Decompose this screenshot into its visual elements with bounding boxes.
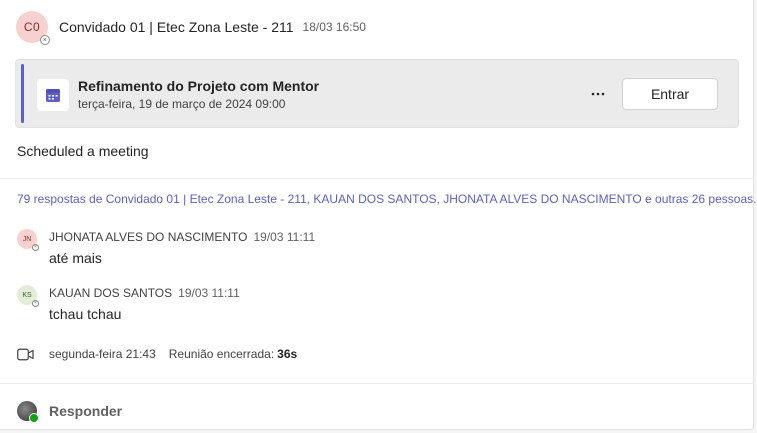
reply-text: até mais: [49, 250, 102, 266]
reply-author[interactable]: KAUAN DOS SANTOS: [49, 286, 172, 300]
presence-unknown-icon: ×: [32, 244, 39, 251]
reply-avatar[interactable]: JN ×: [17, 229, 39, 251]
reply-avatar-initials: KS: [22, 291, 32, 299]
video-camera-icon: [17, 348, 34, 360]
reply-button[interactable]: Responder: [17, 400, 123, 423]
conversation-post: C0 × Convidado 01 | Etec Zona Leste - 21…: [0, 0, 756, 430]
more-options-button[interactable]: [586, 82, 610, 106]
post-timestamp: 18/03 16:50: [302, 20, 366, 34]
reply-author[interactable]: JHONATA ALVES DO NASCIMENTO: [49, 230, 248, 244]
reply-avatar-initials: JN: [22, 235, 32, 243]
presence-unknown-icon: ×: [32, 300, 39, 307]
join-meeting-button[interactable]: Entrar: [622, 78, 718, 110]
current-user-avatar: [17, 401, 39, 423]
meeting-ended-label: Reunião encerrada:: [168, 347, 275, 361]
meeting-date: terça-feira, 19 de março de 2024 09:00: [78, 97, 286, 111]
post-header: C0 × Convidado 01 | Etec Zona Leste - 21…: [16, 11, 366, 45]
reply-text: tchau tchau: [49, 306, 122, 322]
reply-avatar[interactable]: KS ×: [17, 285, 39, 307]
presence-available-icon: [29, 413, 39, 423]
author-avatar[interactable]: C0 ×: [16, 11, 50, 45]
divider: [0, 383, 754, 384]
author-avatar-initials: C0: [23, 20, 41, 34]
post-author[interactable]: Convidado 01 | Etec Zona Leste - 211: [59, 19, 294, 35]
calendar-icon: [37, 79, 69, 111]
more-icon: [591, 92, 605, 96]
reply-label: Responder: [49, 403, 123, 419]
meeting-accent-bar: [21, 64, 24, 123]
meeting-ended-row: segunda-feira 21:43 Reunião encerrada: 3…: [17, 346, 297, 362]
meeting-ended-time: segunda-feira 21:43: [49, 347, 156, 361]
post-body: Scheduled a meeting: [17, 143, 149, 159]
divider: [0, 178, 754, 179]
reply-time: 19/03 11:11: [178, 286, 240, 300]
reply-time: 19/03 11:11: [253, 230, 316, 244]
presence-unknown-icon: ×: [40, 35, 50, 45]
meeting-card[interactable]: Refinamento do Projeto com Mentor terça-…: [15, 59, 739, 128]
reply-meta: JHONATA ALVES DO NASCIMENTO 19/03 11:11: [49, 230, 315, 244]
meeting-title[interactable]: Refinamento do Projeto com Mentor: [78, 78, 319, 94]
reply-meta: KAUAN DOS SANTOS 19/03 11:11: [49, 286, 240, 300]
replies-summary-link[interactable]: 79 respostas de Convidado 01 | Etec Zona…: [17, 192, 756, 206]
meeting-duration: 36s: [277, 347, 298, 361]
